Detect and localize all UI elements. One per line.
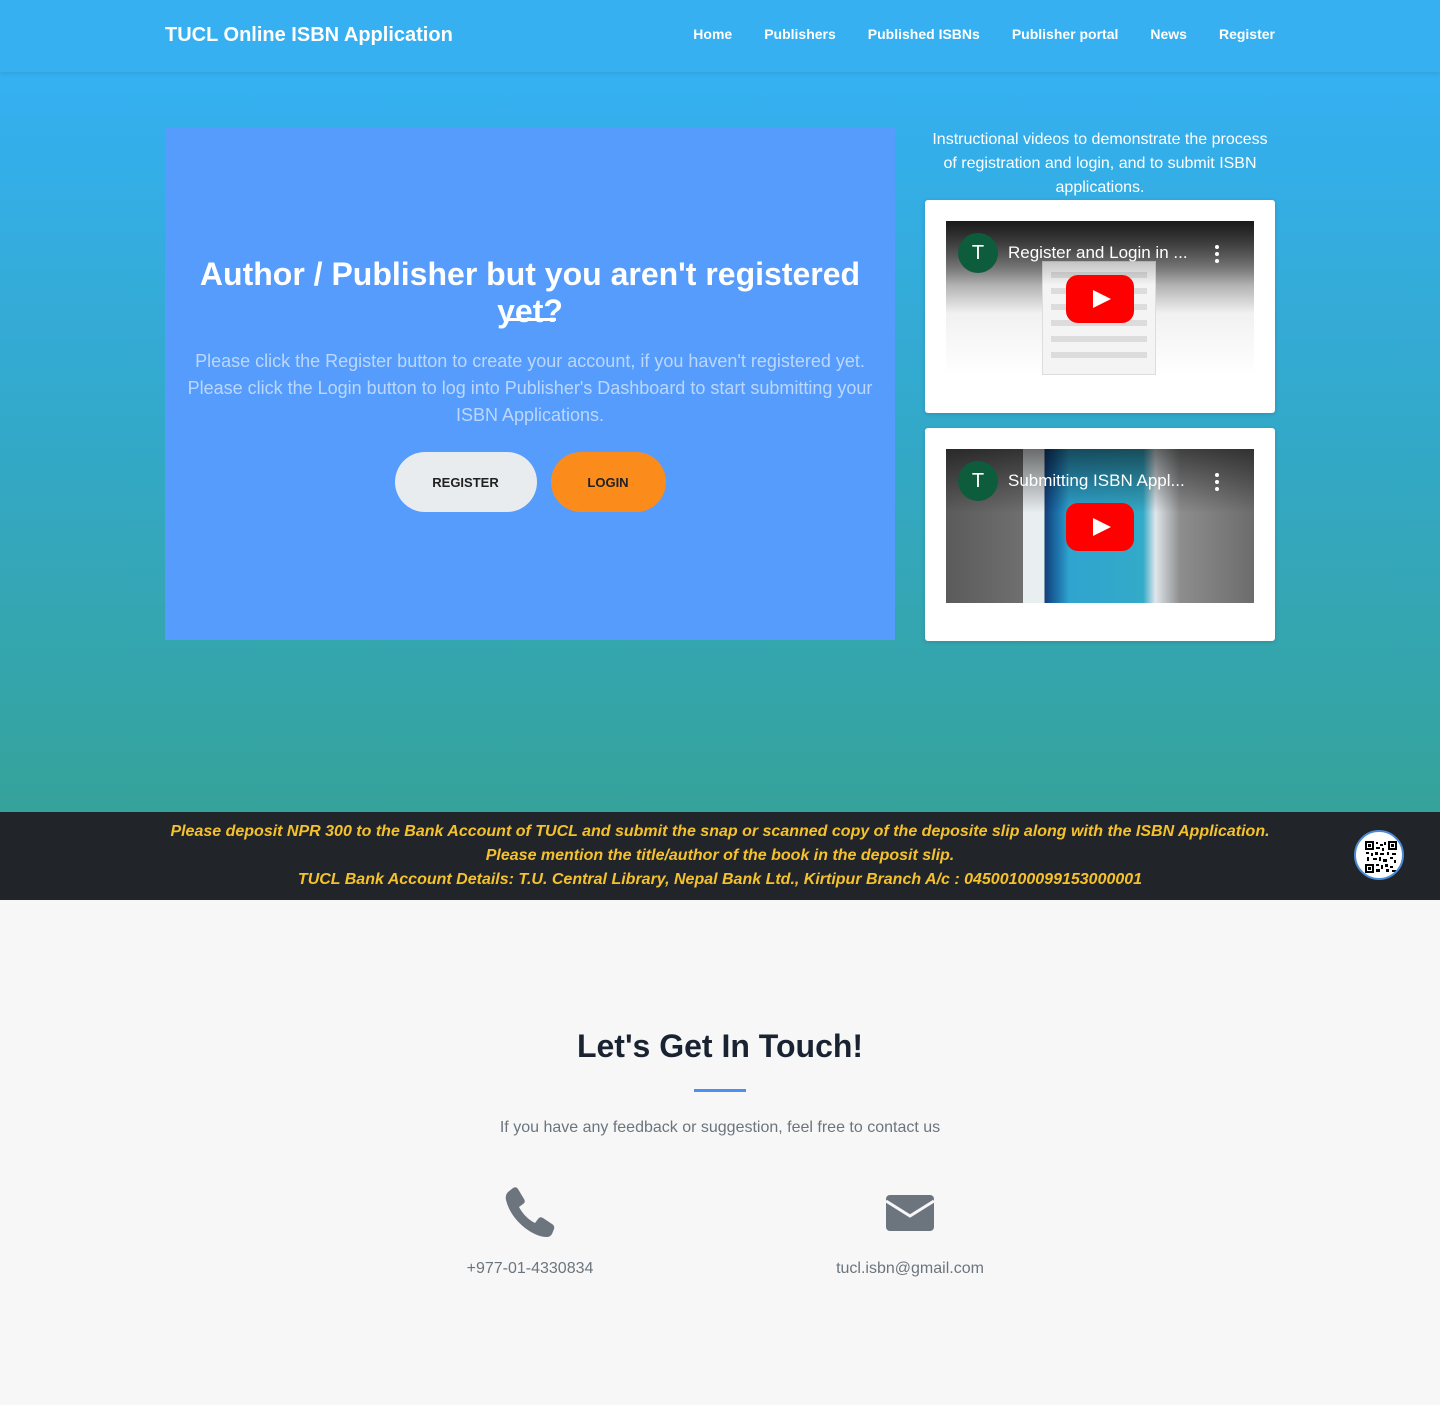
login-button[interactable]: LOGIN [550,452,666,512]
nav-publishers[interactable]: Publishers [764,26,836,42]
register-button[interactable]: REGISTER [394,452,537,512]
video-card-submitting-isbn: T Submitting ISBN Appl... [925,428,1275,641]
more-options-icon[interactable] [1210,473,1224,493]
contact-email: tucl.isbn@gmail.com [760,1186,1060,1278]
qr-code-icon[interactable] [1354,830,1404,880]
envelope-icon [885,1195,935,1231]
nav-register[interactable]: Register [1219,26,1275,42]
notice-line-1: Please deposit NPR 300 to the Bank Accou… [170,823,1270,840]
video-title[interactable]: Submitting ISBN Appl... [1008,471,1198,491]
nav-publisher-portal[interactable]: Publisher portal [1012,26,1119,42]
phone-number: +977-01-4330834 [466,1260,594,1277]
channel-avatar[interactable]: T [958,461,998,501]
contact-phone: +977-01-4330834 [380,1186,680,1278]
hero-buttons: REGISTER LOGIN [165,452,895,512]
nav-news[interactable]: News [1150,26,1187,42]
main-nav: Home Publishers Published ISBNs Publishe… [693,26,1275,42]
video-embed-register-login[interactable]: T Register and Login in ... [946,221,1254,375]
youtube-play-icon[interactable] [1066,275,1134,323]
youtube-play-icon[interactable] [1066,503,1134,551]
nav-home[interactable]: Home [693,26,732,42]
notice-line-3: TUCL Bank Account Details: T.U. Central … [297,871,1143,888]
nav-published-isbns[interactable]: Published ISBNs [868,26,980,42]
video-card-register-login: T Register and Login in ... [925,200,1275,413]
deposit-notice: Please deposit NPR 300 to the Bank Accou… [0,812,1440,900]
contact-subtitle: If you have any feedback or suggestion, … [499,1119,941,1136]
more-options-icon[interactable] [1210,245,1224,265]
hero-section: Author / Publisher but you aren't regist… [0,72,1440,812]
navbar: TUCL Online ISBN Application Home Publis… [0,0,1440,72]
email-link[interactable]: tucl.isbn@gmail.com [760,1260,1060,1278]
contact-divider [694,1089,746,1092]
video-embed-submitting-isbn[interactable]: T Submitting ISBN Appl... [946,449,1254,603]
video-title[interactable]: Register and Login in ... [1008,243,1198,263]
contact-title: Let's Get In Touch! [576,1028,864,1064]
videos-intro-text: Instructional videos to demonstrate the … [932,131,1268,196]
phone-icon [505,1187,555,1237]
hero-divider [504,318,556,321]
brand-title[interactable]: TUCL Online ISBN Application [165,24,453,47]
registration-callout: Author / Publisher but you aren't regist… [165,128,895,640]
hero-description: Please click the Register button to crea… [187,351,873,425]
channel-avatar[interactable]: T [958,233,998,273]
notice-line-2: Please mention the title/author of the b… [485,847,955,864]
